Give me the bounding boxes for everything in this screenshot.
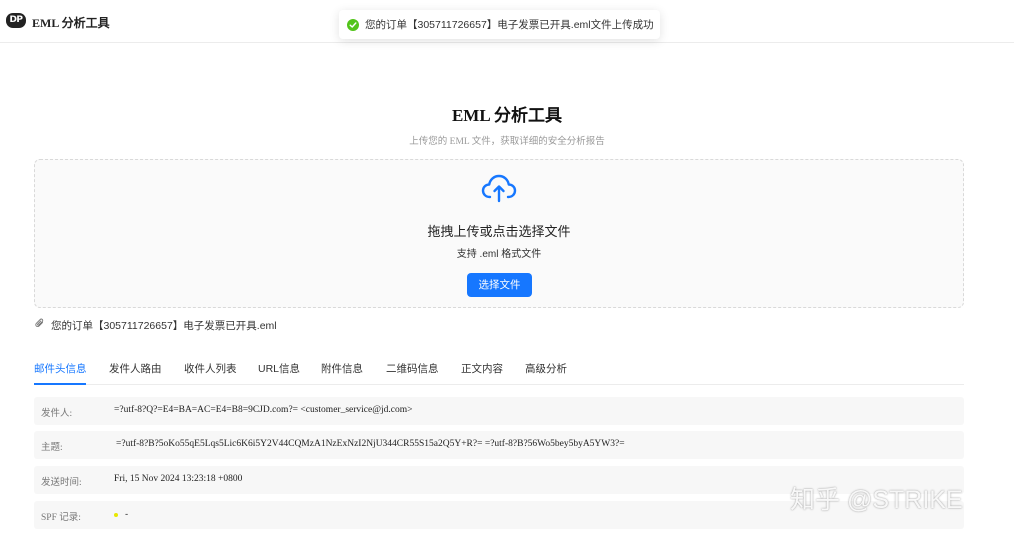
upload-success-toast: 您的订单【305711726657】电子发票已开具.eml文件上传成功 — [339, 10, 660, 39]
tab-qrcode-info[interactable]: 二维码信息 — [386, 361, 439, 376]
info-row-sender: 发件人: =?utf-8?Q?=E4=BA=AC=E4=B8=9CJD.com?… — [34, 397, 964, 425]
uploaded-file-name: 您的订单【305711726657】电子发票已开具.eml — [51, 319, 277, 332]
spf-status-dot — [114, 513, 118, 517]
app-title: EML 分析工具 — [32, 16, 110, 30]
tab-header-info[interactable]: 邮件头信息 — [34, 361, 87, 376]
page-title: EML 分析工具 — [451, 106, 563, 125]
toast-message: 您的订单【305711726657】电子发票已开具.eml文件上传成功 — [365, 19, 654, 31]
tab-sender-route[interactable]: 发件人路由 — [109, 361, 162, 376]
select-file-button[interactable]: 选择文件 — [467, 273, 532, 297]
info-label: SPF 记录: — [41, 513, 81, 523]
info-label: 主题: — [41, 443, 63, 453]
info-row-subject: 主题: =?utf-8?B?5oKo55qE5Lqs5Lic6K6i5Y2V44… — [34, 431, 964, 459]
upload-dropzone[interactable]: 拖拽上传或点击选择文件 支持 .eml 格式文件 选择文件 — [34, 159, 964, 308]
info-value: Fri, 15 Nov 2024 13:23:18 +0800 — [114, 474, 243, 484]
active-tab-indicator — [34, 383, 86, 385]
info-value: - — [125, 509, 129, 520]
tab-recipient-list[interactable]: 收件人列表 — [184, 361, 237, 376]
tab-body-content[interactable]: 正文内容 — [461, 361, 503, 376]
info-value: =?utf-8?B?5oKo55qE5Lqs5Lic6K6i5Y2V44CQMz… — [116, 439, 625, 449]
tab-advanced-analysis[interactable]: 高级分析 — [525, 361, 567, 376]
page-subtitle: 上传您的 EML 文件，获取详细的安全分析报告 — [409, 137, 605, 147]
dropzone-hint: 支持 .eml 格式文件 — [456, 249, 542, 260]
dropzone-title: 拖拽上传或点击选择文件 — [427, 224, 571, 239]
info-label: 发件人: — [41, 409, 73, 419]
cloud-upload-icon — [481, 173, 517, 208]
info-value: =?utf-8?Q?=E4=BA=AC=E4=B8=9CJD.com?= <cu… — [114, 405, 413, 415]
watermark: 知乎 @STRIKE — [790, 486, 963, 514]
paperclip-icon — [35, 316, 45, 334]
check-circle-icon — [347, 18, 359, 31]
uploaded-file-item[interactable]: 您的订单【305711726657】电子发票已开具.eml — [35, 316, 277, 334]
info-label: 发送时间: — [41, 478, 82, 488]
tab-attachment-info[interactable]: 附件信息 — [321, 361, 363, 376]
tab-url-info[interactable]: URL信息 — [258, 361, 300, 376]
app-logo: DP — [6, 13, 26, 28]
analysis-tabs: 邮件头信息 发件人路由 收件人列表 URL信息 附件信息 二维码信息 正文内容 … — [34, 359, 964, 385]
